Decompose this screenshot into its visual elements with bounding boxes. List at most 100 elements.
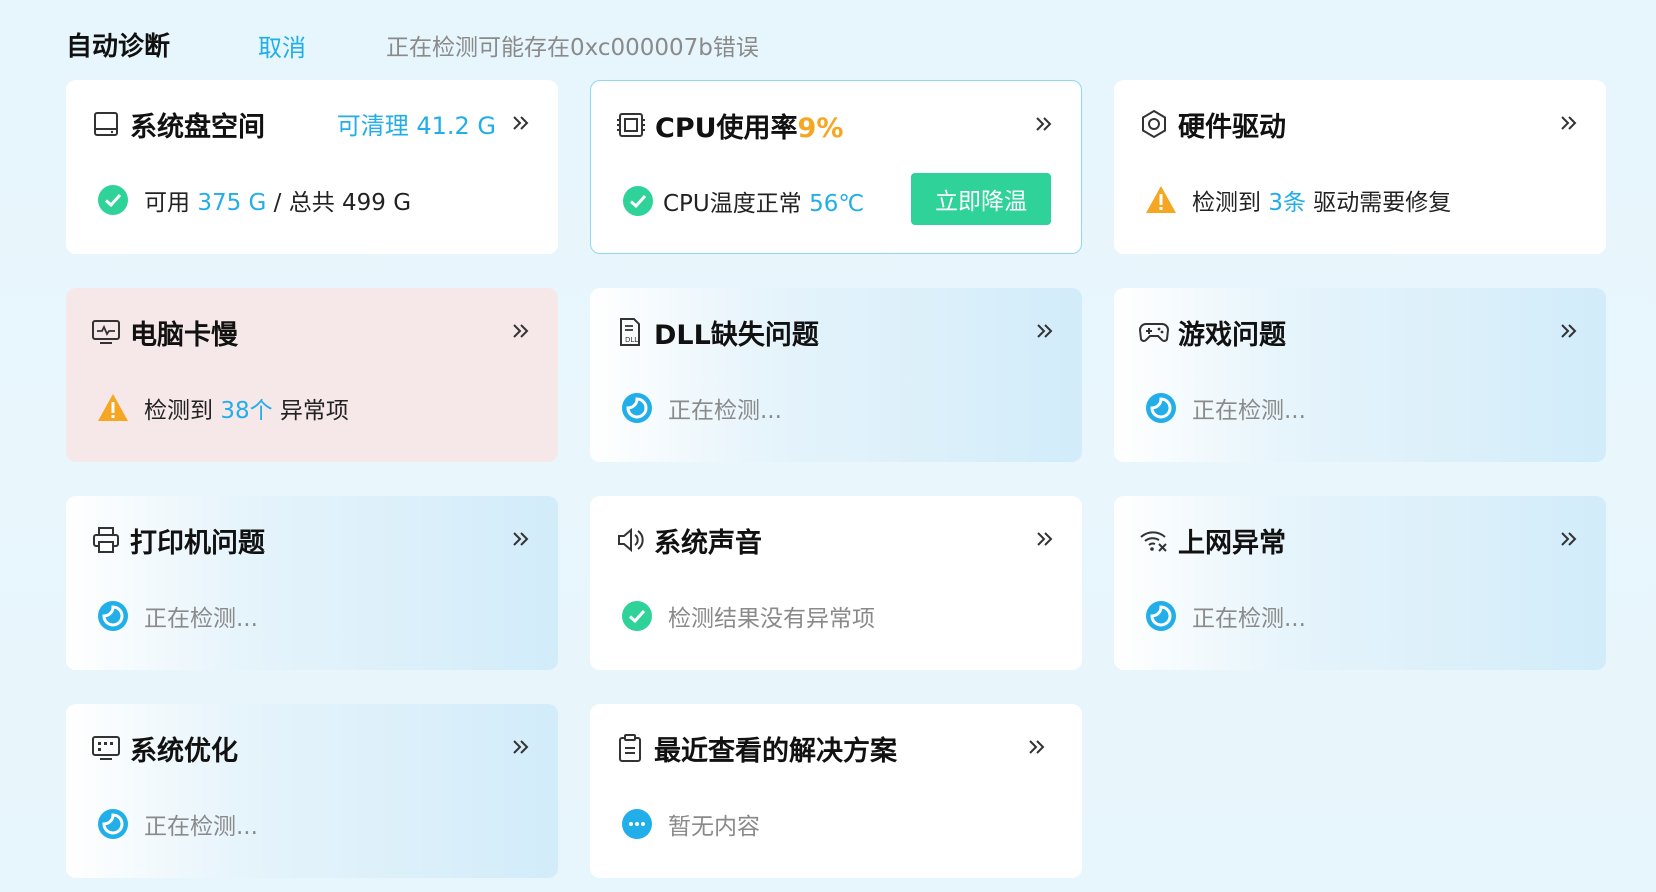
card-body: 正在检测... (1144, 596, 1306, 636)
chevron-right-icon[interactable] (1029, 109, 1059, 139)
card-dll-missing[interactable]: DLL DLL缺失问题 正在检测... (590, 288, 1082, 462)
chevron-right-icon[interactable] (506, 732, 536, 762)
body-text: 正在检测... (1192, 398, 1306, 424)
card-system-optimize[interactable]: 系统优化 正在检测... (66, 704, 558, 878)
loading-spinner-icon (1144, 599, 1178, 633)
cpu-percent: 9% (797, 112, 844, 144)
card-pc-slow[interactable]: 电脑卡慢 检测到 38个 异常项 (66, 288, 558, 462)
gamepad-icon (1138, 316, 1170, 348)
card-title: 电脑卡慢 (130, 319, 238, 351)
card-body: 检测到 38个 异常项 (96, 388, 349, 428)
card-network-issue[interactable]: 上网异常 正在检测... (1114, 496, 1606, 670)
card-disk-space[interactable]: 系统盘空间 可清理 41.2 G 可用 375 G / 总共 499 G (66, 80, 558, 254)
chevron-right-icon[interactable] (506, 108, 536, 138)
card-title: 系统优化 (130, 735, 238, 767)
card-header: 打印机问题 (90, 520, 265, 560)
card-header: 游戏问题 (1138, 312, 1286, 352)
check-circle-icon (96, 183, 130, 217)
chevron-right-icon[interactable] (1554, 108, 1584, 138)
more-dots-icon (620, 807, 654, 841)
card-body: 正在检测... (620, 388, 782, 428)
body-text: 正在检测... (144, 606, 258, 632)
chevron-right-icon[interactable] (1030, 524, 1060, 554)
cpu-temperature: 56℃ (809, 191, 865, 217)
dll-file-icon: DLL (614, 316, 646, 348)
card-header: 系统声音 (614, 520, 762, 560)
body-suffix: 驱动需要修复 (1313, 190, 1452, 216)
body-text: 检测结果没有异常项 (668, 606, 875, 632)
chevron-right-icon[interactable] (1022, 732, 1052, 762)
card-title: 游戏问题 (1178, 319, 1286, 351)
card-title: 打印机问题 (130, 527, 265, 559)
body-text: 正在检测... (1192, 606, 1306, 632)
card-game-issue[interactable]: 游戏问题 正在检测... (1114, 288, 1606, 462)
card-title: 系统盘空间 (130, 111, 265, 143)
card-body: 正在检测... (96, 804, 258, 844)
svg-text:DLL: DLL (625, 336, 638, 344)
check-circle-icon (621, 184, 655, 218)
card-system-sound[interactable]: 系统声音 检测结果没有异常项 (590, 496, 1082, 670)
body-text: 正在检测... (144, 814, 258, 840)
clipboard-icon (614, 732, 646, 764)
card-header: 最近查看的解决方案 (614, 728, 897, 768)
page-title: 自动诊断 (66, 31, 171, 62)
warning-icon (1144, 183, 1178, 217)
card-body: 检测到 3条 驱动需要修复 (1144, 180, 1451, 220)
cancel-button[interactable]: 取消 (258, 28, 306, 63)
top-bar: 自动诊断 取消 正在检测可能存在0xc000007b错误 (66, 24, 759, 64)
card-header: CPU使用率9% (615, 105, 843, 145)
cpu-chip-icon (615, 109, 647, 141)
chevron-right-icon[interactable] (1554, 524, 1584, 554)
card-header: 系统优化 (90, 728, 238, 768)
warning-icon (96, 391, 130, 425)
dashboard-icon (90, 732, 122, 764)
chevron-right-icon[interactable] (1030, 316, 1060, 346)
body-highlight: 375 G (197, 190, 267, 216)
cool-down-button[interactable]: 立即降温 (911, 173, 1051, 225)
printer-icon (90, 524, 122, 556)
card-cpu-usage[interactable]: CPU使用率9% CPU温度正常 56℃ 立即降温 (590, 80, 1082, 254)
card-header: 上网异常 (1138, 520, 1286, 560)
body-text: 正在检测... (668, 398, 782, 424)
card-header: 硬件驱动 (1138, 104, 1286, 144)
card-body: 正在检测... (96, 596, 258, 636)
card-header: 系统盘空间 (90, 104, 265, 144)
chevron-right-icon[interactable] (1554, 316, 1584, 346)
body-suffix: 异常项 (279, 398, 349, 424)
card-body: 暂无内容 (620, 804, 760, 844)
body-suffix: / 总共 499 G (273, 190, 412, 216)
card-body: 检测结果没有异常项 (620, 596, 875, 636)
card-title: CPU使用率9% (655, 106, 843, 145)
card-recent-solutions[interactable]: 最近查看的解决方案 暂无内容 (590, 704, 1082, 878)
body-text: 暂无内容 (668, 814, 760, 840)
card-printer-issue[interactable]: 打印机问题 正在检测... (66, 496, 558, 670)
scan-status-text: 正在检测可能存在0xc000007b错误 (386, 35, 759, 61)
card-header: DLL DLL缺失问题 (614, 312, 819, 352)
body-prefix: 可用 (144, 190, 190, 216)
card-title: 系统声音 (654, 527, 762, 559)
disk-icon (90, 108, 122, 140)
card-title: 硬件驱动 (1178, 111, 1286, 143)
body-text: 检测到 3条 驱动需要修复 (1192, 183, 1451, 217)
card-header: 电脑卡慢 (90, 312, 238, 352)
loading-spinner-icon (96, 599, 130, 633)
card-title: 最近查看的解决方案 (654, 735, 897, 767)
card-title: 上网异常 (1178, 527, 1286, 559)
wifi-error-icon (1138, 524, 1170, 556)
chevron-right-icon[interactable] (506, 316, 536, 346)
card-hardware-driver[interactable]: 硬件驱动 检测到 3条 驱动需要修复 (1114, 80, 1606, 254)
monitor-pulse-icon (90, 316, 122, 348)
body-prefix: CPU温度正常 (663, 191, 802, 217)
card-title: DLL缺失问题 (654, 319, 819, 351)
card-title-text: CPU使用率 (655, 112, 798, 144)
chevron-right-icon[interactable] (506, 524, 536, 554)
speaker-icon (614, 524, 646, 556)
loading-spinner-icon (96, 807, 130, 841)
gear-icon (1138, 108, 1170, 140)
body-text: 可用 375 G / 总共 499 G (144, 183, 411, 217)
card-body: 可用 375 G / 总共 499 G (96, 180, 411, 220)
card-body: 正在检测... (1144, 388, 1306, 428)
cleanable-link[interactable]: 可清理 41.2 G (337, 106, 496, 141)
card-body: CPU温度正常 56℃ (621, 181, 864, 221)
loading-spinner-icon (1144, 391, 1178, 425)
